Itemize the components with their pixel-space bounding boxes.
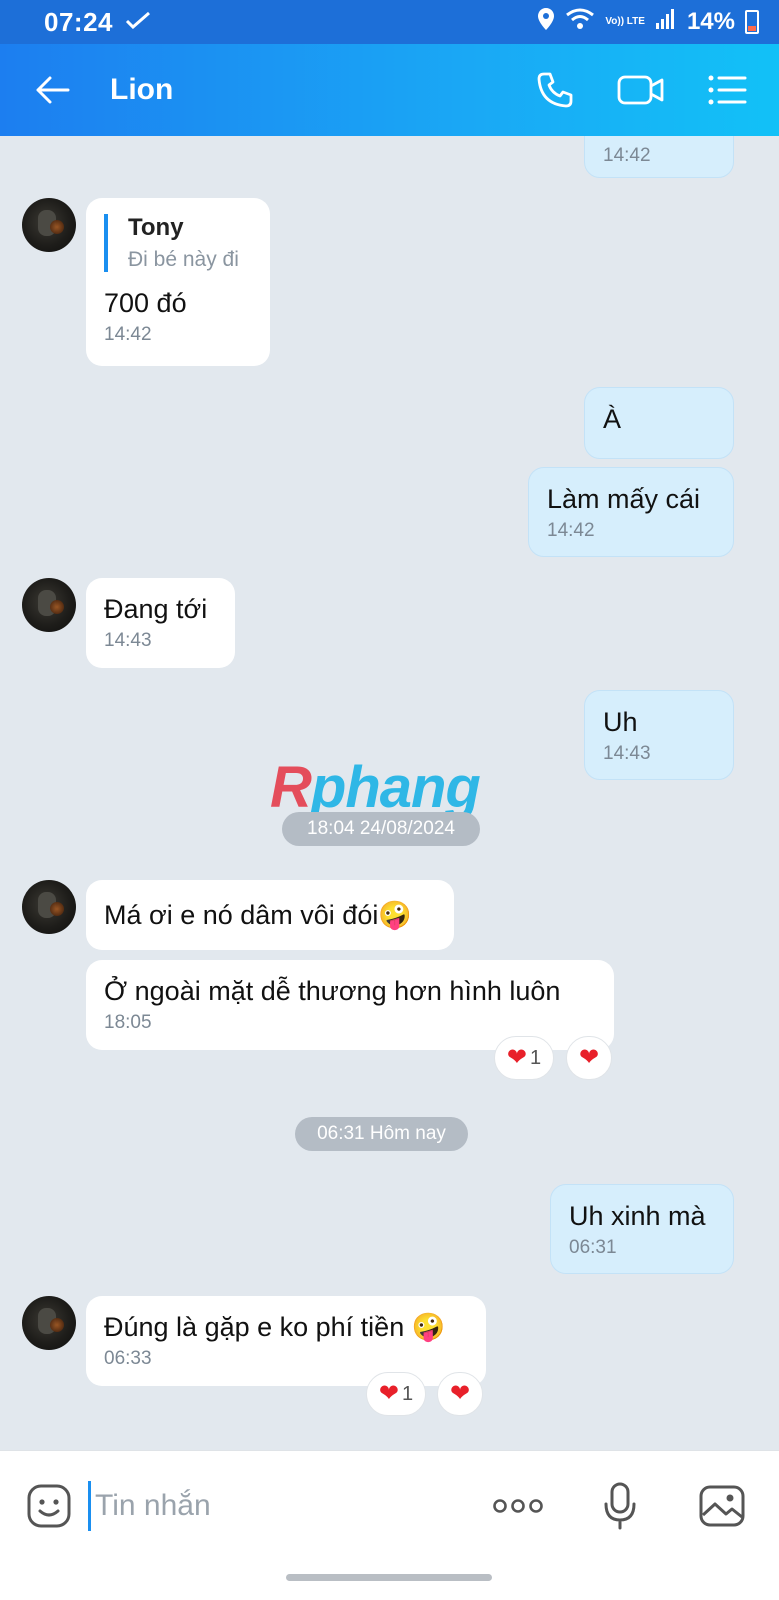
message-text: Làm mấy cái [547,484,701,514]
message-bubble-incoming[interactable]: Má ơi e nó dâm vôi đói🤪 [86,880,454,950]
watermark-first-letter: R [270,755,312,820]
wifi-icon [565,7,595,38]
chat-options-button[interactable] [699,62,755,118]
message-text: Má ơi e nó dâm vôi đói🤪 [104,900,412,930]
microphone-icon [604,1482,636,1529]
watermark-logo: Rphang [270,754,481,821]
message-bubble-outgoing[interactable]: 14:42 [584,136,734,178]
quote-author: Tony [128,214,184,241]
message-text: À [603,404,622,434]
sticker-icon [27,1484,71,1527]
heart-icon: ❤ [378,1380,399,1407]
quoted-message[interactable]: Tony Đi bé này đi [104,214,252,272]
message-text: Uh xinh mà [569,1201,706,1231]
message-bubble-outgoing[interactable]: Làm mấy cái 14:42 [528,467,734,557]
contact-name[interactable]: Lion [110,73,173,107]
home-gesture-bar[interactable] [286,1574,492,1581]
message-input[interactable]: Tin nhắn [88,1480,468,1531]
avatar[interactable] [22,880,76,934]
phone-icon [537,72,573,108]
volte-indicator: Vo)) LTE [605,16,645,27]
reaction-count: 1 [529,1046,542,1069]
message-list[interactable]: 14:42 Tony Đi bé này đi 700 đó 14:42 À L… [0,136,779,1482]
react-button[interactable]: ❤ [566,1036,612,1080]
watermark-rest: phang [310,755,481,820]
quote-text: Đi bé này đi [128,248,239,271]
reaction-summary[interactable]: ❤ 1 [366,1372,426,1416]
list-menu-icon [708,75,747,105]
status-bar: 07:24 Vo)) LTE 14% [0,0,779,44]
reaction-count: 1 [401,1382,414,1405]
message-bubble-outgoing[interactable]: Uh xinh mà 06:31 [550,1184,734,1274]
sticker-button[interactable] [22,1479,76,1533]
heart-icon: ❤ [449,1380,471,1407]
message-time: 14:43 [603,743,651,764]
photo-button[interactable] [695,1479,749,1533]
date-divider: 06:31 Hôm nay [295,1117,468,1151]
message-text: Đúng là gặp e ko phí tiền 🤪 [104,1312,446,1342]
video-call-icon [617,75,664,105]
image-icon [699,1485,745,1526]
message-text: Ở ngoài mặt dễ thương hơn hình luôn [104,976,561,1006]
heart-icon: ❤ [578,1044,600,1071]
more-icon [493,1498,543,1513]
location-icon [537,7,555,38]
message-time: 06:33 [104,1348,152,1369]
message-text: Uh [603,707,638,737]
message-time: 14:42 [603,145,651,166]
react-button[interactable]: ❤ [437,1372,483,1416]
chat-header: Lion [0,44,779,136]
message-bubble-incoming[interactable]: Đang tới 14:43 [86,578,235,668]
message-composer: Tin nhắn [0,1450,779,1560]
message-text: 700 đó [104,288,187,318]
signal-icon [655,8,677,37]
avatar[interactable] [22,578,76,632]
battery-text: 14% [686,8,735,35]
message-time: 06:31 [569,1237,617,1258]
message-time: 14:42 [547,520,595,541]
message-bubble-outgoing[interactable]: Uh 14:43 [584,690,734,780]
avatar[interactable] [22,198,76,252]
voice-message-button[interactable] [593,1479,647,1533]
voice-call-button[interactable] [527,62,583,118]
reaction-summary[interactable]: ❤ 1 [494,1036,554,1080]
system-nav-bar [0,1560,779,1600]
back-arrow-icon [36,76,70,104]
heart-icon: ❤ [506,1044,527,1071]
message-time: 14:43 [104,630,152,651]
avatar[interactable] [22,1296,76,1350]
message-bubble-incoming[interactable]: Tony Đi bé này đi 700 đó 14:42 [86,198,270,366]
status-time: 07:24 [44,6,113,37]
video-call-button[interactable] [613,62,669,118]
message-text: Đang tới [104,594,208,624]
message-time: 18:05 [104,1012,152,1033]
message-bubble-outgoing[interactable]: À [584,387,734,459]
back-button[interactable] [22,60,82,120]
more-button[interactable] [491,1479,545,1533]
date-divider: 18:04 24/08/2024 [282,812,480,846]
check-icon [125,9,151,35]
battery-icon [745,10,759,34]
message-bubble-incoming[interactable]: Đúng là gặp e ko phí tiền 🤪 06:33 [86,1296,486,1386]
message-time: 14:42 [104,324,152,345]
